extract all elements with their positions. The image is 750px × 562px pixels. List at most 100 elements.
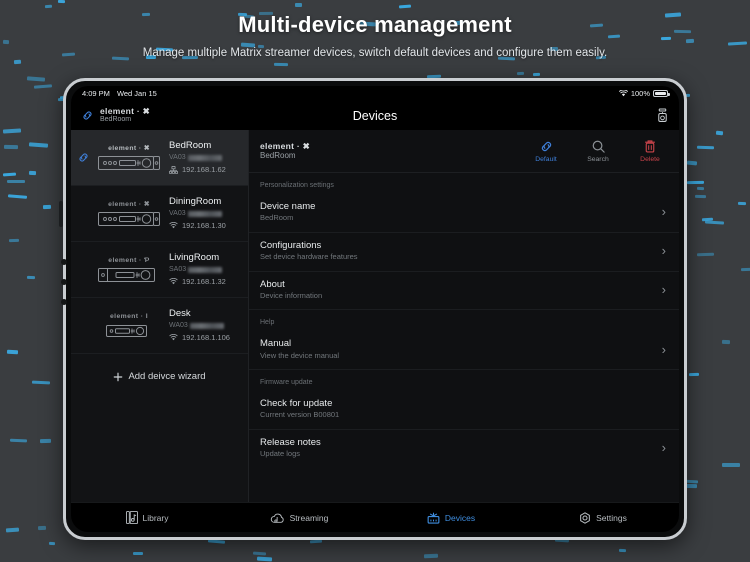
background-dash — [3, 128, 22, 135]
device-thumbnail: element · Ƥ — [94, 257, 164, 283]
background-dash — [738, 201, 747, 205]
device-list-item[interactable]: element · ✖ DiningRoom VA03 192.168.1.30 — [71, 186, 248, 242]
background-dash — [4, 144, 18, 149]
setting-row[interactable]: About Device information › — [249, 272, 679, 311]
background-dash — [689, 373, 700, 377]
device-name: BedRoom — [169, 140, 212, 152]
background-dash — [34, 84, 53, 90]
device-serial: VA03 — [169, 153, 241, 162]
search-action-label: Search — [587, 156, 609, 163]
device-default-link-icon — [77, 151, 89, 164]
ethernet-icon — [169, 165, 178, 174]
background-dash — [424, 554, 439, 559]
setting-row[interactable]: Check for update Current version B00801 — [249, 391, 679, 430]
background-dash — [715, 130, 724, 136]
background-dash — [8, 194, 27, 199]
device-serial: WA03 — [169, 321, 241, 330]
promo-subtitle: Manage multiple Matrix streamer devices,… — [142, 47, 608, 59]
default-action-button[interactable]: Default — [531, 139, 561, 163]
cast-speaker-icon[interactable] — [656, 108, 669, 123]
nav-bar: element · ✖ BedRoom Devices — [71, 101, 679, 130]
tab-devices[interactable]: Devices — [375, 512, 527, 524]
setting-row[interactable]: Release notes Update logs › — [249, 430, 679, 468]
background-dash — [704, 220, 724, 225]
side-dot-1 — [61, 259, 67, 265]
background-dash — [687, 160, 698, 166]
promo-title: Multi-device management — [238, 12, 512, 37]
setting-row-title: Release notes — [260, 436, 321, 448]
background-dash — [273, 63, 288, 67]
cloud-icon — [270, 512, 285, 524]
add-device-wizard-button[interactable]: Add deivce wizard — [71, 354, 248, 399]
background-dash — [27, 275, 36, 279]
search-action-button[interactable]: Search — [583, 139, 613, 163]
battery-full-icon — [653, 90, 670, 97]
device-thumbnail: element · ✖ — [94, 200, 164, 227]
setting-row-subtitle: BedRoom — [260, 213, 294, 223]
tab-settings[interactable]: Settings — [527, 511, 679, 524]
add-device-wizard-label: Add deivce wizard — [128, 371, 206, 382]
wifi-icon — [169, 222, 178, 229]
tab-library[interactable]: Library — [71, 511, 223, 524]
nav-brand[interactable]: element · ✖ BedRoom — [81, 106, 150, 125]
device-ip: 192.168.1.32 — [169, 277, 241, 287]
device-list-item[interactable]: element · I Desk WA03 192.168.1.106 — [71, 298, 248, 354]
background-dash — [721, 340, 730, 345]
device-name: Desk — [169, 308, 191, 320]
setting-row[interactable]: Manual View the device manual › — [249, 331, 679, 371]
section-label: Firmware update — [260, 379, 313, 387]
background-dash — [721, 462, 740, 468]
tab-label: Library — [142, 512, 169, 523]
search-icon — [583, 139, 613, 154]
redacted-serial — [187, 154, 222, 161]
device-ip: 192.168.1.106 — [169, 333, 241, 343]
background-dash — [29, 142, 49, 149]
device-ip: 192.168.1.30 — [169, 221, 241, 231]
setting-row-title: Manual — [260, 338, 292, 350]
tab-bar[interactable]: Library Streaming Devices Settings — [71, 502, 679, 532]
chevron-right-icon: › — [661, 243, 666, 259]
background-dash — [696, 252, 714, 257]
setting-row[interactable]: Configurations Set device hardware featur… — [249, 233, 679, 272]
background-dash — [697, 187, 705, 191]
setting-row[interactable]: Device name BedRoom › — [249, 194, 679, 233]
status-time: 4:09 PM — [82, 89, 110, 98]
device-thumbnail: element · ✖ — [94, 144, 164, 171]
background-dash — [6, 527, 20, 534]
status-bar: 4:09 PM Wed Jan 15 100% — [71, 86, 679, 101]
background-dash — [741, 267, 750, 272]
status-date: Wed Jan 15 — [116, 89, 157, 98]
devices-icon — [427, 512, 440, 524]
background-dash — [208, 539, 226, 544]
volume-button[interactable] — [59, 201, 63, 227]
tablet-frame: 4:09 PM Wed Jan 15 100% element · ✖ BedR… — [59, 78, 687, 540]
background-dash — [253, 551, 267, 556]
setting-row-title: Configurations — [260, 239, 322, 251]
plus-icon — [113, 372, 123, 382]
device-thumbnail: element · I — [94, 313, 164, 339]
setting-row-subtitle: Device information — [260, 290, 323, 300]
side-dot-2 — [61, 279, 67, 285]
device-list-item[interactable]: element · ✖ BedRoom VA03 192.168.1.62 — [71, 130, 248, 186]
background-dash — [7, 179, 26, 184]
chevron-right-icon: › — [661, 341, 666, 357]
device-list[interactable]: element · ✖ BedRoom VA03 192.168.1.62 elemen… — [71, 130, 249, 502]
background-dash — [10, 438, 28, 443]
setting-row-subtitle: Set device hardware features — [260, 252, 358, 262]
background-dash — [26, 76, 46, 82]
tab-label: Settings — [596, 512, 627, 523]
device-model-label: element · ✖ — [108, 201, 150, 208]
background-dash — [696, 145, 715, 150]
default-action-label: Default — [535, 156, 557, 163]
tab-streaming[interactable]: Streaming — [223, 512, 375, 524]
background-dash — [38, 525, 47, 530]
redacted-serial — [189, 322, 224, 329]
library-icon — [125, 511, 138, 524]
tab-label: Devices — [444, 512, 476, 523]
background-dash — [39, 438, 51, 444]
delete-action-button[interactable]: Delete — [635, 139, 665, 163]
page-title: Devices — [352, 108, 398, 123]
link-icon — [81, 109, 94, 122]
device-model-label: element · Ƥ — [108, 256, 150, 264]
device-list-item[interactable]: element · Ƥ LivingRoom SA03 192.168.1.32 — [71, 242, 248, 298]
